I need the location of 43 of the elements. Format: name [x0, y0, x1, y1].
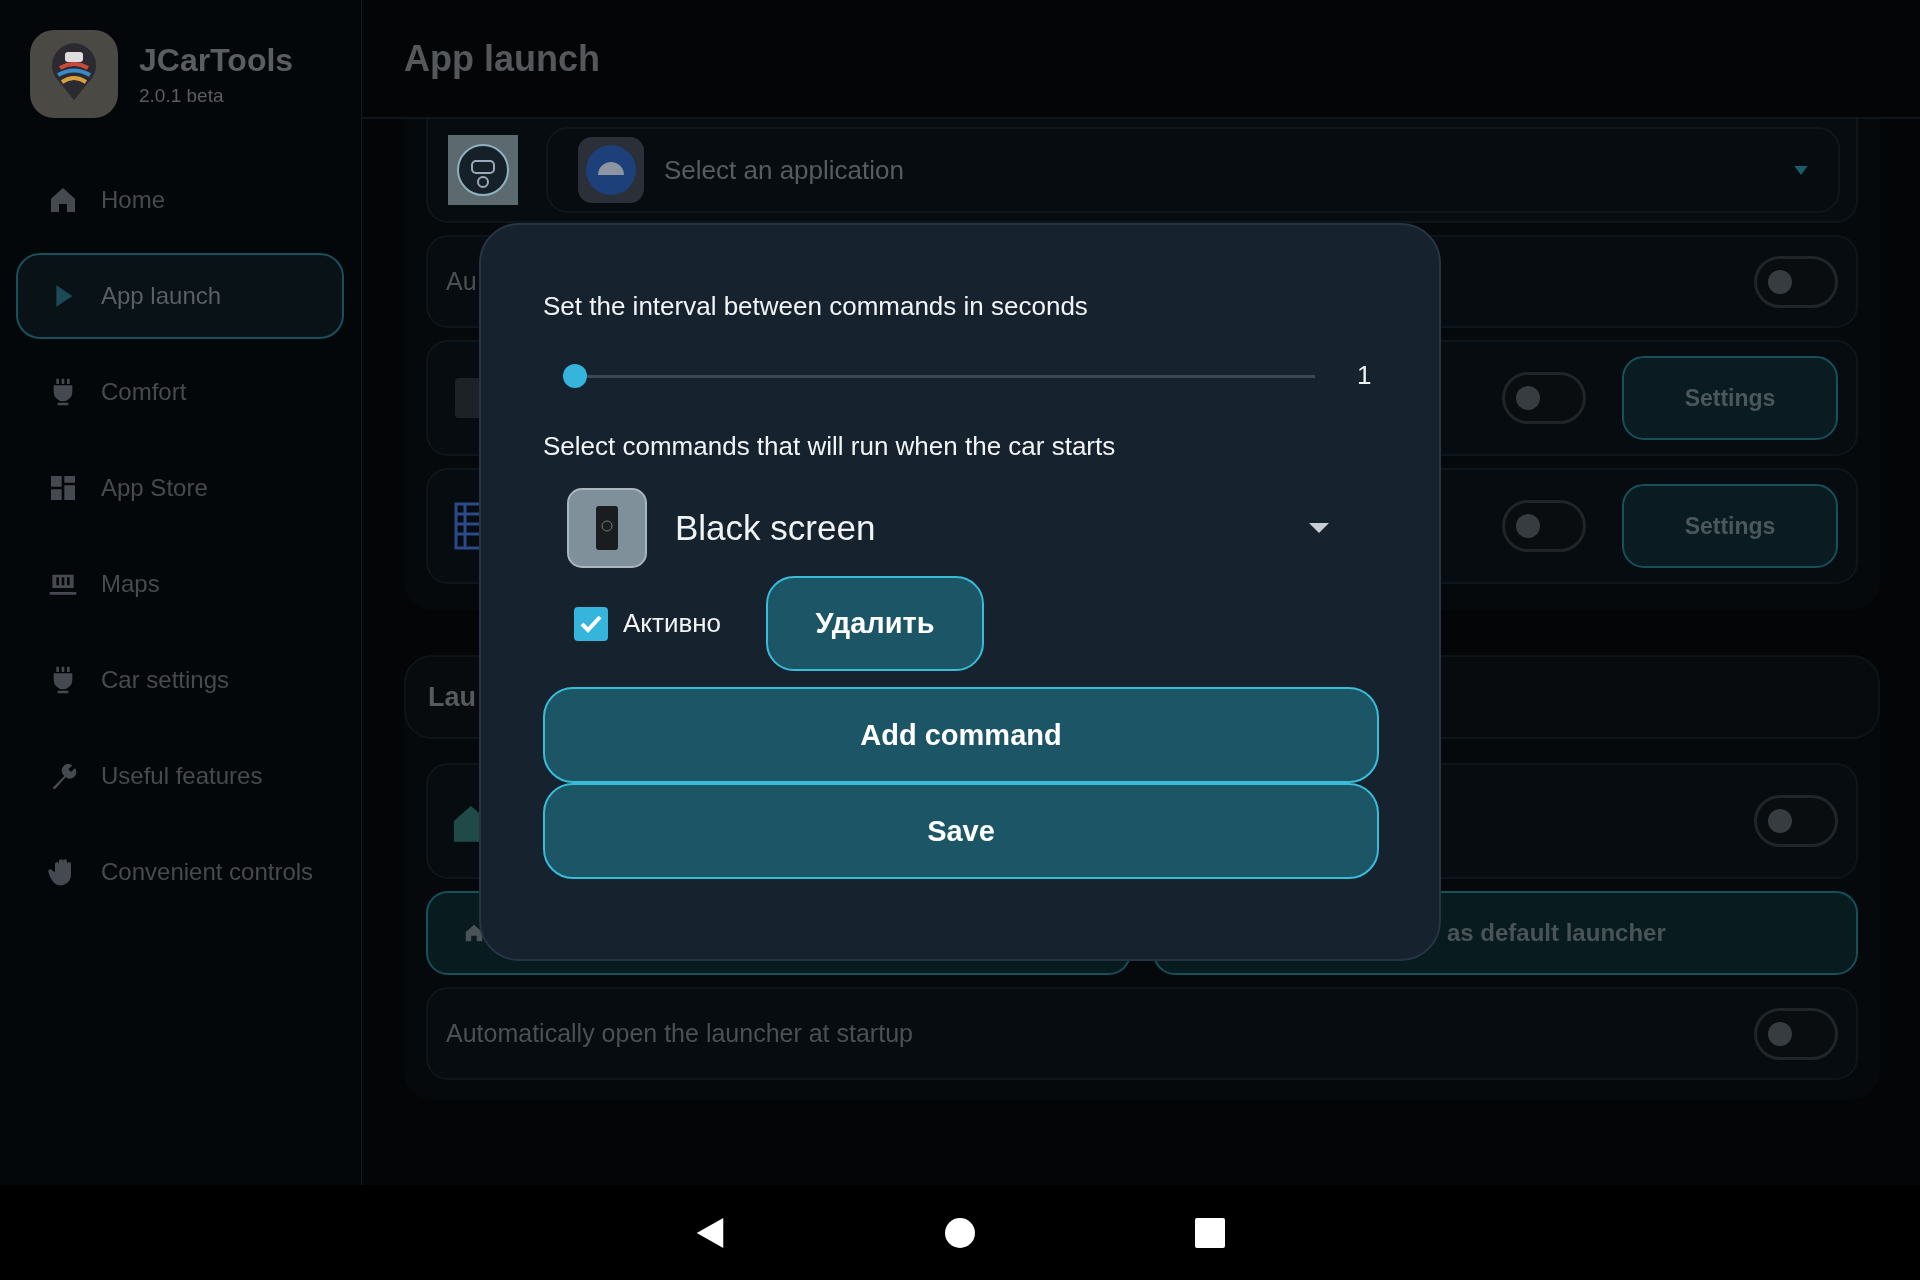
interval-value: 1 — [1357, 360, 1373, 391]
nav-item[interactable]: App launch — [16, 253, 344, 339]
settings-button[interactable]: Settings — [1622, 356, 1838, 440]
app-select-field[interactable]: Select an application — [546, 127, 1840, 213]
back-icon[interactable] — [695, 1217, 725, 1248]
caret-icon — [1794, 165, 1808, 175]
settings-button[interactable]: Settings — [1622, 484, 1838, 568]
setting-label: Automatically open the launcher at startup — [446, 1019, 913, 1048]
recents-icon[interactable] — [1195, 1217, 1225, 1248]
toggle-switch[interactable] — [1754, 1007, 1838, 1060]
app-logo-icon — [30, 30, 118, 118]
nav-item[interactable]: Home — [16, 157, 344, 243]
home-icon — [463, 922, 485, 944]
caret-icon — [1309, 523, 1329, 533]
toggle-switch[interactable] — [1754, 255, 1838, 308]
commands-label: Select commands that will run when the car starts — [543, 431, 1117, 462]
add-command-button[interactable]: Add command — [543, 687, 1379, 783]
phone-icon — [567, 488, 647, 568]
toggle-switch[interactable] — [1502, 372, 1586, 424]
setting-label: Au — [446, 267, 477, 296]
page-title: App launch — [404, 37, 600, 80]
command-dropdown[interactable]: Black screen — [543, 488, 1377, 568]
checkbox-icon[interactable] — [574, 606, 608, 641]
nav-item[interactable]: Car settings — [16, 637, 344, 723]
section-title: Lau — [428, 681, 476, 713]
nav-item[interactable]: Useful features — [16, 733, 344, 819]
slider-thumb[interactable] — [563, 363, 587, 388]
delete-button[interactable]: Удалить — [766, 576, 985, 671]
app-version: 2.0.1 beta — [139, 84, 225, 107]
nav-item[interactable]: Comfort — [16, 349, 344, 435]
nav-item[interactable]: Maps — [16, 541, 344, 627]
nav-item[interactable]: Convenient controls — [16, 829, 344, 915]
nav-item[interactable]: App Store — [16, 445, 344, 531]
active-checkbox[interactable]: Активно — [574, 606, 722, 641]
checkbox-label: Активно — [623, 608, 722, 639]
toggle-switch[interactable] — [1502, 500, 1586, 552]
home-circle-icon[interactable] — [945, 1217, 975, 1248]
android-icon — [578, 137, 644, 203]
car-emblem-icon — [448, 135, 518, 205]
app-name: JCarTools — [139, 41, 294, 79]
save-button[interactable]: Save — [543, 783, 1379, 879]
toggle-switch[interactable] — [1754, 795, 1838, 847]
interval-label: Set the interval between commands in seconds — [543, 291, 1089, 322]
